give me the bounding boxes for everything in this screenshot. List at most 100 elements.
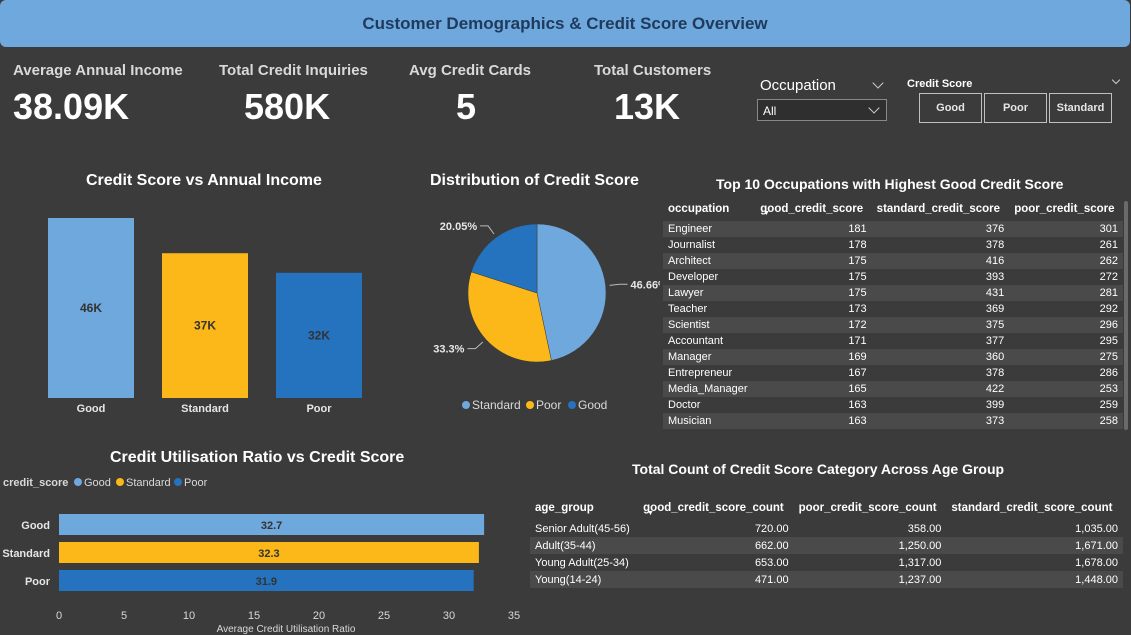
table-row[interactable]: Developer 175 393 272: [663, 269, 1123, 285]
table-cell: Entrepreneur: [668, 367, 733, 379]
legend-label[interactable]: Poor: [536, 398, 561, 412]
table-cell: 1,035.00: [1075, 522, 1118, 535]
table-cell: 167: [848, 367, 867, 379]
table-header-row: age_group good_credit_score_count poor_c…: [530, 496, 1123, 520]
kpi-avg-credit-cards-value: 5: [456, 86, 477, 127]
legend-marker: [74, 478, 82, 486]
util-bar-value-label: 31.9: [256, 576, 277, 588]
table-cell: 416: [871, 253, 1010, 269]
x-tick-label: 0: [56, 610, 62, 622]
table-cell: Senior Adult(45-56): [535, 522, 630, 535]
table-row[interactable]: Manager 169 360 275: [663, 349, 1123, 365]
table-row[interactable]: Adult(35-44) 662.00 1,250.00 1,671.00: [530, 537, 1123, 554]
table-row[interactable]: Architect 175 416 262: [663, 253, 1123, 269]
table-cell: 178: [848, 239, 867, 251]
util-chart: credit_score Good Standard Poor 32.7 Good 32.3…: [2, 477, 520, 635]
sort-descending-icon[interactable]: ▼: [763, 210, 770, 217]
column-header-poor-credit-score[interactable]: poor_credit_score: [1009, 197, 1123, 221]
credit-score-standard-button[interactable]: Standard: [1049, 93, 1112, 123]
chevron-down-icon: [868, 102, 880, 114]
table-cell: 377: [985, 335, 1005, 347]
occupation-slicer-title: Occupation: [760, 77, 836, 94]
table-row[interactable]: Media_Manager 165 422 253: [663, 381, 1123, 397]
x-tick-label: 10: [183, 610, 195, 622]
column-header-good-count[interactable]: good_credit_score_count: [638, 496, 793, 520]
page-title: Customer Demographics & Credit Score Ove…: [362, 13, 768, 33]
table-row[interactable]: Young(14-24) 471.00 1,237.00 1,448.00: [530, 571, 1123, 588]
table-row[interactable]: Journalist 178 378 261: [663, 237, 1123, 253]
table-cell: 1,678.00: [1075, 556, 1118, 569]
sort-descending-icon[interactable]: ▼: [647, 510, 654, 517]
kpi-total-customers-value: 13K: [614, 86, 681, 127]
table-cell: Scientist: [663, 317, 756, 333]
table-cell: 653.00: [754, 556, 789, 569]
table-cell: 259: [1099, 399, 1118, 411]
table-row[interactable]: Teacher 173 369 292: [663, 301, 1123, 317]
util-bar-value-label: 32.3: [258, 548, 279, 560]
pie-percent-label: 20.05%: [440, 221, 478, 233]
table-row[interactable]: Entrepreneur 167 378 286: [663, 365, 1123, 381]
table-cell: 181: [755, 221, 872, 237]
kpi-avg-income-value: 38.09K: [13, 86, 130, 127]
occupation-dropdown[interactable]: All: [757, 99, 887, 121]
income-bar-value-label: 32K: [308, 328, 330, 342]
column-header-standard-count[interactable]: standard_credit_score_count: [946, 496, 1123, 520]
table-cell: 471.00: [638, 571, 794, 588]
table-cell: 399: [985, 399, 1005, 411]
column-header-poor-count[interactable]: poor_credit_score_count: [794, 496, 947, 520]
column-header-occupation[interactable]: occupation: [663, 197, 755, 221]
table-row[interactable]: Senior Adult(45-56) 720.00 358.00 1,035.00: [530, 520, 1123, 537]
table-row[interactable]: Engineer 181 376 301: [663, 221, 1123, 237]
pie-percent-label: 33.3%: [433, 344, 464, 356]
table-cell: Developer: [668, 271, 719, 283]
legend-label[interactable]: Good: [84, 477, 111, 489]
income-chart-title: Credit Score vs Annual Income: [86, 172, 322, 189]
table-cell: 275: [1009, 349, 1123, 365]
table-cell: 1,448.00: [946, 571, 1123, 588]
kpi-credit-inquiries-value: 580K: [244, 86, 331, 127]
legend-label[interactable]: Standard: [126, 477, 171, 489]
table-cell: Journalist: [668, 239, 716, 251]
credit-score-poor-button[interactable]: Poor: [984, 93, 1047, 123]
table-cell: 369: [985, 303, 1005, 315]
table-cell: 175: [848, 271, 867, 283]
legend-label[interactable]: Standard: [472, 398, 521, 412]
pie-slice-standard[interactable]: [536, 223, 607, 361]
table-cell: 165: [755, 381, 872, 397]
util-chart-title: Credit Utilisation Ratio vs Credit Score: [110, 449, 405, 466]
legend-label[interactable]: Poor: [184, 477, 208, 489]
legend-marker: [174, 478, 182, 486]
column-header-good-credit-score[interactable]: good_credit_score: [755, 197, 871, 221]
table-row[interactable]: Young Adult(25-34) 653.00 1,317.00 1,678.00: [530, 554, 1123, 571]
table-cell: 296: [1009, 317, 1123, 333]
table-cell: Manager: [663, 349, 756, 365]
table-row[interactable]: Scientist 172 375 296: [663, 317, 1123, 333]
income-category-label: Standard: [181, 403, 229, 415]
table-cell: 301: [1009, 221, 1123, 237]
table-cell: Lawyer: [663, 285, 756, 301]
table-scrollbar[interactable]: [1124, 201, 1128, 430]
table-row[interactable]: Musician 163 373 258: [663, 413, 1123, 429]
pie-leader-line: [480, 225, 495, 235]
table-cell: 662.00: [638, 537, 794, 554]
table-cell: 358.00: [907, 522, 942, 535]
chevron-down-icon[interactable]: [872, 77, 884, 89]
table-cell: 1,671.00: [946, 537, 1123, 554]
util-category-label: Poor: [25, 576, 51, 588]
legend-marker: [568, 401, 576, 409]
x-tick-label: 30: [443, 610, 455, 622]
table-row[interactable]: Lawyer 175 431 281: [663, 285, 1123, 301]
table-row[interactable]: Accountant 171 377 295: [663, 333, 1123, 349]
pie-chart: 46.66% 33.3% 20.05% Standard Poor Good: [433, 221, 660, 412]
legend-label[interactable]: Good: [578, 398, 607, 412]
chevron-down-icon[interactable]: [1111, 75, 1121, 85]
x-tick-label: 15: [248, 610, 260, 622]
column-header-standard-credit-score[interactable]: standard_credit_score: [872, 197, 1010, 221]
table-cell: 175: [755, 285, 872, 301]
column-header-age-group[interactable]: age_group: [530, 496, 638, 520]
table-cell: Media_Manager: [663, 381, 756, 397]
table-cell: 360: [871, 349, 1010, 365]
table-row[interactable]: Doctor 163 399 259: [663, 397, 1123, 413]
credit-score-good-button[interactable]: Good: [919, 93, 982, 123]
occupation-table-title: Top 10 Occupations with Highest Good Cre…: [716, 176, 1064, 192]
